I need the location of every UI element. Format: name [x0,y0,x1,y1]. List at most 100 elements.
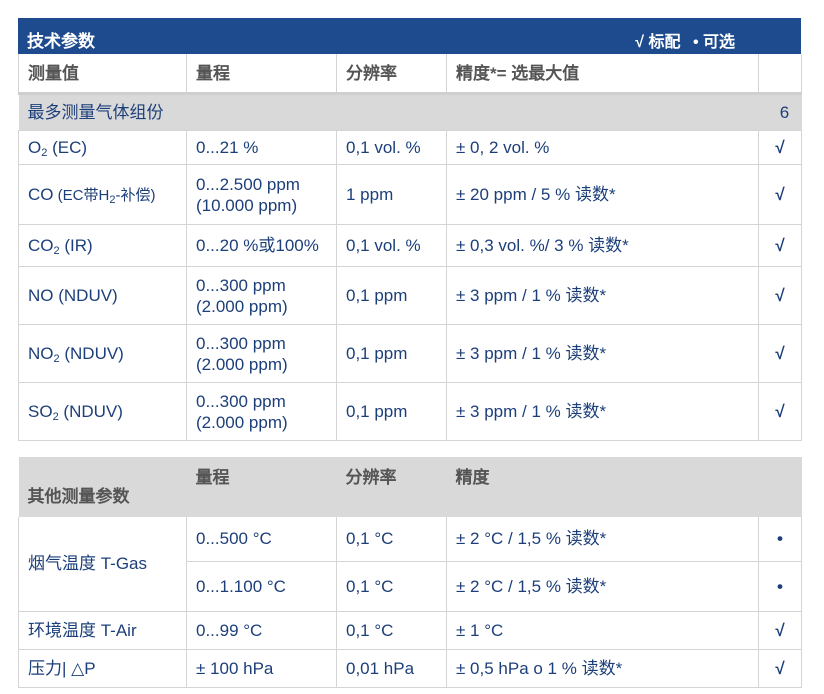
flue-mark-2: • [758,561,802,612]
flue-res-2: 0,1 °C [336,561,447,612]
gas-range-cell: 0...21 % [186,130,337,165]
title: 技术参数 [27,32,95,51]
flue-res-1: 0,1 °C [336,517,447,562]
gas-mark: √ [758,324,802,383]
gas-range-main: 0...300 ppm [196,391,286,411]
gas-range-cell: 0...300 ppm (2.000 ppm) [186,324,337,383]
gas-range-main: 0...20 %或100% [196,236,319,255]
gas-resolution: 0,1 ppm [336,266,447,325]
gas-mark: √ [758,382,802,441]
gas-resolution: 0,1 ppm [336,382,447,441]
pressure-label: 压力| △P [18,649,187,688]
gas-name: CO [28,184,54,204]
gas-row: SO2 (NDUV) 0...300 ppm (2.000 ppm) 0,1 ppm ±… [18,382,802,441]
flue-mark-1: • [758,517,802,562]
gas-name-tail: (NDUV) [58,402,123,421]
gas-accuracy: ± 20 ppm / 5 % 读数* [446,164,759,225]
gas-name-tail: (IR) [59,236,93,255]
gas-accuracy: ± 0,3 vol. %/ 3 % 读数* [446,224,759,267]
pressure-acc: ± 0,5 hPa o 1 % 读数* [446,649,759,688]
gas-row: CO2 (IR) 0...20 %或100% 0,1 vol. % ± 0,3 vol… [18,224,802,267]
air-res: 0,1 °C [336,611,447,650]
gas-name-tail: (NDUV) [59,344,124,363]
gas-range-main: 0...300 ppm [196,333,286,353]
gas-name-cell: NO (NDUV) [18,266,187,325]
gas-name-cell: SO2 (NDUV) [18,382,187,441]
gas-range-cell: 0...300 ppm (2.000 ppm) [186,382,337,441]
gas-name: NO (NDUV) [28,286,118,305]
spec-table: 测量值 量程 分辨率 精度*= 选最大值 最多测量气体组份 6 O2 (EC) 0… [18,54,802,688]
flue-label: 烟气温度 T-Gas [18,517,187,612]
legend: √ 标配 • 可选 [627,28,735,52]
gas-name: CO [28,236,54,255]
gas-resolution: 1 ppm [336,164,447,225]
air-label: 环境温度 T-Air [18,611,187,650]
flue-acc-1: ± 2 °C / 1,5 % 读数* [446,517,759,562]
col-accuracy: 精度*= 选最大值 [446,54,759,95]
spacer-row [18,440,802,457]
gas-rows: O2 (EC) 0...21 % 0,1 vol. % ± 0, 2 vol. % √ C… [18,130,802,441]
gas-name-mid: (EC带H [53,186,110,204]
title-bar: 技术参数 √ 标配 • 可选 [18,18,801,54]
gas-range-ext: (2.000 ppm) [196,412,288,432]
gas-range-cell: 0...20 %或100% [186,224,337,267]
gas-range-main: 0...2.500 ppm [196,174,300,194]
air-acc: ± 1 °C [446,611,759,650]
gas-name: O [28,138,42,157]
gas-mark: √ [758,266,802,325]
gas-name-cell: NO2 (NDUV) [18,324,187,383]
col-range: 量程 [186,54,337,95]
col-resolution: 分辨率 [336,54,447,95]
gas-range-ext: (10.000 ppm) [196,195,298,215]
gas-accuracy: ± 0, 2 vol. % [446,130,759,165]
spec-sheet: 技术参数 √ 标配 • 可选 测量值 量程 分辨率 精度*= 选最大值 最多测量… [18,18,802,688]
gas-name: SO [28,402,53,421]
legend-standard: √ 标配 [635,34,681,51]
gas-range-cell: 0...2.500 ppm (10.000 ppm) [186,164,337,225]
flue-range-2: 0...1.100 °C [186,561,337,612]
gas-name-cell: O2 (EC) [18,130,187,165]
gas-row: CO (EC带H2-补偿) 0...2.500 ppm (10.000 ppm) 1 … [18,164,802,225]
gas-resolution: 0,1 vol. % [336,224,447,267]
gas-row: NO2 (NDUV) 0...300 ppm (2.000 ppm) 0,1 ppm ±… [18,324,802,383]
other-col-resolution: 分辨率 [336,457,447,517]
gas-range-ext: (2.000 ppm) [196,296,288,316]
legend-optional: • 可选 [692,34,735,51]
air-row: 环境温度 T-Air 0...99 °C 0,1 °C ± 1 °C √ [18,611,802,650]
flue-row-1: 烟气温度 T-Gas 0...500 °C 0,1 °C ± 2 °C / 1,… [18,517,802,612]
gas-name-tail: (EC) [47,138,88,157]
gas-range-ext: (2.000 ppm) [196,354,288,374]
other-header-row: 其他测量参数 量程 分辨率 精度 [18,457,802,517]
gas-resolution: 0,1 ppm [336,324,447,383]
pressure-mark: √ [758,649,802,688]
gas-range-main: 0...300 ppm [196,275,286,295]
gas-accuracy: ± 3 ppm / 1 % 读数* [446,324,759,383]
gas-name: NO [28,344,54,363]
gas-row: NO (NDUV) 0...300 ppm (2.000 ppm) 0,1 ppm ± … [18,266,802,325]
col-mark [758,54,802,95]
other-col-range: 量程 [186,457,337,517]
gas-row: O2 (EC) 0...21 % 0,1 vol. % ± 0, 2 vol. % √ [18,130,802,165]
gas-range-cell: 0...300 ppm (2.000 ppm) [186,266,337,325]
group-label: 最多测量气体组份 [18,93,759,131]
flue-range-1: 0...500 °C [186,517,337,562]
gas-mark: √ [758,130,802,165]
column-header-row: 测量值 量程 分辨率 精度*= 选最大值 [18,54,802,95]
gas-name-cell: CO (EC带H2-补偿) [18,164,187,225]
flue-acc-2: ± 2 °C / 1,5 % 读数* [446,561,759,612]
pressure-res: 0,01 hPa [336,649,447,688]
gas-name-cell: CO2 (IR) [18,224,187,267]
group-row: 最多测量气体组份 6 [18,93,802,131]
gas-name-tail: -补偿) [115,186,156,204]
group-count: 6 [758,93,802,131]
gas-accuracy: ± 3 ppm / 1 % 读数* [446,382,759,441]
gas-mark: √ [758,224,802,267]
air-mark: √ [758,611,802,650]
gas-resolution: 0,1 vol. % [336,130,447,165]
air-range: 0...99 °C [186,611,337,650]
other-col-measurement: 其他测量参数 [18,457,187,517]
gas-range-main: 0...21 % [196,138,259,157]
col-measurement: 测量值 [18,54,187,95]
pressure-row: 压力| △P ± 100 hPa 0,01 hPa ± 0,5 hPa o 1 … [18,649,802,688]
gas-accuracy: ± 3 ppm / 1 % 读数* [446,266,759,325]
